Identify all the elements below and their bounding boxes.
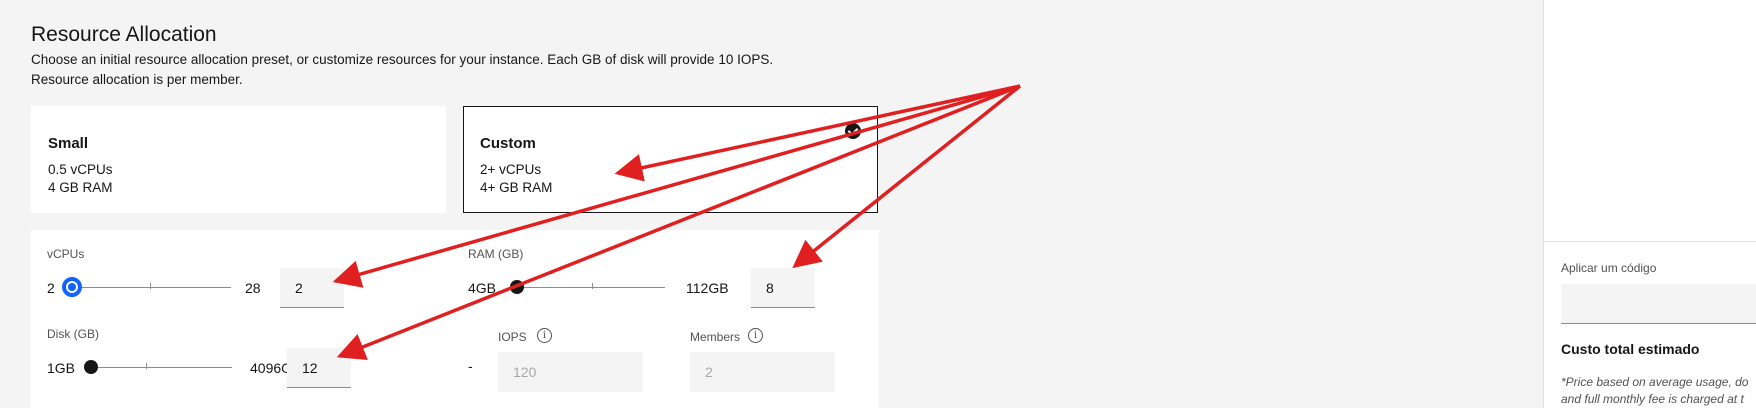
preset-ram: 4 GB RAM: [48, 180, 113, 195]
ram-input[interactable]: [751, 268, 815, 308]
estimated-total-label: Custo total estimado: [1561, 341, 1700, 357]
info-icon[interactable]: i: [748, 328, 763, 343]
ram-label: RAM (GB): [468, 247, 524, 261]
disk-input[interactable]: [287, 348, 351, 388]
preset-vcpus: 0.5 vCPUs: [48, 162, 113, 177]
description-line-2: Resource allocation is per member.: [31, 72, 243, 87]
preset-title: Small: [48, 135, 89, 152]
description-line-1: Choose an initial resource allocation pr…: [31, 52, 774, 67]
vcpus-slider-thumb[interactable]: [62, 277, 82, 297]
disk-slider-track[interactable]: [94, 367, 232, 368]
sidebar-divider: [1544, 241, 1756, 242]
price-note-line-1: *Price based on average usage, do: [1561, 375, 1749, 389]
disk-label: Disk (GB): [47, 327, 99, 341]
preset-ram: 4+ GB RAM: [480, 180, 553, 195]
ram-slider-tick: [592, 283, 593, 289]
iops-input: [498, 352, 643, 392]
vcpus-slider-track[interactable]: [71, 287, 231, 288]
vcpus-slider-tick: [150, 283, 151, 289]
disk-slider-thumb[interactable]: [84, 360, 98, 374]
cost-sidebar: Aplicar um código Custo total estimado *…: [1543, 0, 1756, 408]
ram-slider-track[interactable]: [511, 287, 665, 288]
disk-min: 1GB: [47, 360, 76, 376]
apply-code-label: Aplicar um código: [1561, 261, 1657, 275]
ram-min: 4GB: [468, 280, 497, 296]
price-note-line-2: and full monthly fee is charged at t: [1561, 392, 1744, 406]
iops-prefix: -: [468, 358, 473, 374]
preset-vcpus: 2+ vCPUs: [480, 162, 542, 177]
section-description: Choose an initial resource allocation pr…: [31, 50, 931, 90]
members-input: [690, 352, 835, 392]
preset-tile-custom[interactable]: Custom 2+ vCPUs 4+ GB RAM: [463, 106, 878, 213]
vcpus-max: 28: [245, 280, 261, 296]
section-title: Resource Allocation: [31, 23, 217, 46]
vcpus-input[interactable]: [280, 268, 344, 308]
checkmark-filled-icon: [845, 123, 861, 139]
vcpus-label: vCPUs: [47, 247, 85, 261]
preset-title: Custom: [480, 135, 536, 152]
custom-resources-panel: vCPUs 2 28 RAM (GB) 4GB 112GB Disk (GB) …: [31, 230, 879, 408]
apply-code-input[interactable]: [1561, 284, 1756, 324]
disk-slider-tick: [146, 363, 147, 369]
preset-tile-small[interactable]: Small 0.5 vCPUs 4 GB RAM: [31, 106, 446, 213]
members-label: Members: [690, 330, 741, 344]
iops-label: IOPS: [498, 330, 527, 344]
ram-slider-thumb[interactable]: [510, 280, 524, 294]
price-note: *Price based on average usage, do and fu…: [1561, 374, 1756, 408]
info-icon[interactable]: i: [537, 328, 552, 343]
ram-max: 112GB: [686, 280, 729, 296]
vcpus-min: 2: [47, 280, 55, 296]
